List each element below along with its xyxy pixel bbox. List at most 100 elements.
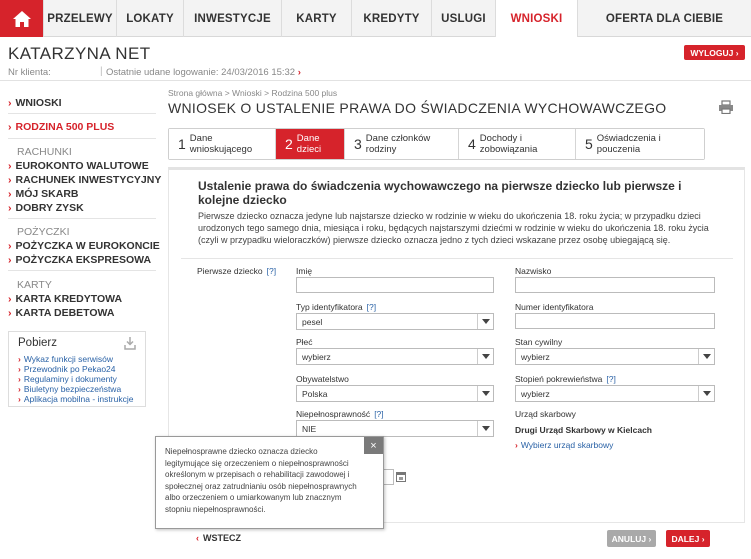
form-title: Ustalenie prawa do świadczenia wychowawc… [198,179,682,207]
sidebar-divider [8,270,156,271]
sidebar-item-label: DOBRY ZYSK [15,202,84,214]
page-title: WNIOSEK O USTALENIE PRAWA DO ŚWIADCZENIA… [168,100,667,116]
nav-karty[interactable]: KARTY [281,0,351,37]
sidebar-item-pozyczka-eurokonto[interactable]: › POŻYCZKA W EUROKONCIE [8,240,160,252]
help-link[interactable]: [?] [606,374,615,384]
download-icon[interactable] [124,336,136,350]
disability-select[interactable]: NIE [296,420,494,437]
sidebar-item-label: POŻYCZKA W EUROKONCIE [15,240,160,252]
download-link-wykaz[interactable]: › Wykaz funkcji serwisów [18,354,136,364]
breadcrumb[interactable]: Strona główna > Wnioski > Rodzina 500 pl… [168,88,337,98]
sidebar-item-wnioski[interactable]: › WNIOSKI [8,97,62,109]
tax-office-label: Urząd skarbowy [515,409,576,419]
step-label: Dane wnioskującego [189,133,253,155]
chevron-right-icon: › [8,121,12,133]
chevron-right-icon: › [8,160,12,172]
nav-uslugi[interactable]: USLUGI [431,0,495,37]
relationship-select[interactable]: wybierz [515,385,715,402]
download-link-aplikacja[interactable]: › Aplikacja mobilna - instrukcje [18,394,136,404]
gender-value: wybierz [302,351,331,362]
step-1[interactable]: 1 Dane wnioskującego [169,129,276,159]
disability-label-text: Niepełnosprawność [296,409,371,419]
sidebar-item-pozyczka-ekspresowa[interactable]: › POŻYCZKA EKSPRESOWA [8,254,151,266]
sidebar-item-dobry-zysk[interactable]: › DOBRY ZYSK [8,202,84,214]
client-number-label: Nr klienta: [8,67,51,78]
chevron-left-icon: ‹ [196,533,199,543]
chevron-right-icon: › [515,440,518,450]
nav-lokaty[interactable]: LOKATY [116,0,183,37]
step-2[interactable]: 2 Dane dzieci [276,129,345,159]
sidebar-item-moj-skarb[interactable]: › MÓJ SKARB [8,188,79,200]
step-5[interactable]: 5 Oświadczenia i pouczenia [576,129,704,159]
nav-wnioski[interactable]: WNIOSKI [495,0,577,37]
nav-przelewy[interactable]: PRZELEWY [43,0,116,37]
gender-select[interactable]: wybierz [296,348,494,365]
marital-status-select[interactable]: wybierz [515,348,715,365]
sidebar-item-karta-kredytowa[interactable]: › KARTA KREDYTOWA [8,293,122,305]
relationship-value: wybierz [521,388,550,399]
sidebar-item-label: RODZINA 500 PLUS [15,121,115,133]
help-link[interactable]: [?] [367,302,376,312]
logout-button[interactable]: WYLOGUJ › [684,45,745,60]
sidebar-heading-karty: KARTY [17,279,52,291]
step-number: 4 [468,136,476,152]
choose-tax-office-link[interactable]: › Wybierz urząd skarbowy [515,440,613,450]
back-label: WSTECZ [203,533,241,543]
home-button[interactable] [0,0,43,37]
help-link[interactable]: [?] [374,409,383,419]
first-name-label: Imię [296,266,313,276]
back-button[interactable]: ‹ WSTECZ [196,533,241,543]
relationship-label-text: Stopień pokrewieństwa [515,374,603,384]
step-3[interactable]: 3 Dane członków rodziny [345,129,459,159]
nav-oferta[interactable]: OFERTA DLA CIEBIE [577,0,751,37]
sidebar-item-eurokonto[interactable]: › EUROKONTO WALUTOWE [8,160,149,172]
close-icon[interactable]: × [364,437,383,454]
chevron-down-icon [698,386,714,401]
chevron-right-icon: › [8,188,12,200]
print-icon[interactable] [718,100,734,114]
citizenship-value: Polska [302,388,328,399]
step-label: Dane dzieci [296,133,322,155]
gender-label: Płeć [296,337,313,347]
form-divider [181,258,733,259]
marital-status-label: Stan cywilny [515,337,563,347]
next-button[interactable]: DALEJ › [666,530,710,547]
sidebar-divider [8,113,156,114]
section-label-text: Pierwsze dziecko [197,266,263,276]
sidebar-item-karta-debetowa[interactable]: › KARTA DEBETOWA [8,307,114,319]
step-number: 5 [585,136,593,152]
form-description: Pierwsze dziecko oznacza jedyne lub najs… [198,211,709,245]
sidebar-heading-pozyczki: POŻYCZKI [17,226,70,238]
tax-office-name: Drugi Urząd Skarbowy w Kielcach [515,425,652,435]
id-number-input[interactable] [515,313,715,329]
section-label-first-child: Pierwsze dziecko [?] [197,266,276,276]
download-link-biuletyny[interactable]: › Biuletyny bezpieczeństwa [18,384,136,394]
sidebar-heading-rachunki: RACHUNKI [17,146,72,158]
citizenship-select[interactable]: Polska [296,385,494,402]
step-4[interactable]: 4 Dochody i zobowiązania [459,129,576,159]
chevron-right-icon: › [8,293,12,305]
cancel-button[interactable]: ANULUJ › [607,530,656,547]
chevron-right-icon: › [8,174,12,186]
chevron-down-icon [698,349,714,364]
last-login-info[interactable]: Ostatnie udane logowanie: 24/03/2016 15:… [106,67,301,78]
nav-kredyty[interactable]: KREDYTY [351,0,431,37]
download-link-przewodnik[interactable]: › Przewodnik po Pekao24 [18,364,136,374]
home-icon [12,10,31,27]
download-link-regulaminy[interactable]: › Regulaminy i dokumenty [18,374,136,384]
last-name-label: Nazwisko [515,266,552,276]
help-link[interactable]: [?] [267,266,276,276]
first-name-input[interactable] [296,277,494,293]
sidebar-item-rodzina[interactable]: › RODZINA 500 PLUS [8,121,114,133]
id-type-select[interactable]: pesel [296,313,494,330]
header-separator: | [100,66,103,77]
nav-inwestycje[interactable]: INWESTYCJE [183,0,281,37]
next-label: DALEJ [671,533,700,544]
last-name-input[interactable] [515,277,715,293]
chevron-right-icon: › [8,254,12,266]
chevron-down-icon [477,386,493,401]
calendar-icon[interactable] [396,471,406,482]
sidebar-item-rachunek-inwestycyjny[interactable]: › RACHUNEK INWESTYCYJNY [8,174,161,186]
sidebar-item-label: KARTA DEBETOWA [15,307,115,319]
user-name: KATARZYNA NET [8,44,151,63]
